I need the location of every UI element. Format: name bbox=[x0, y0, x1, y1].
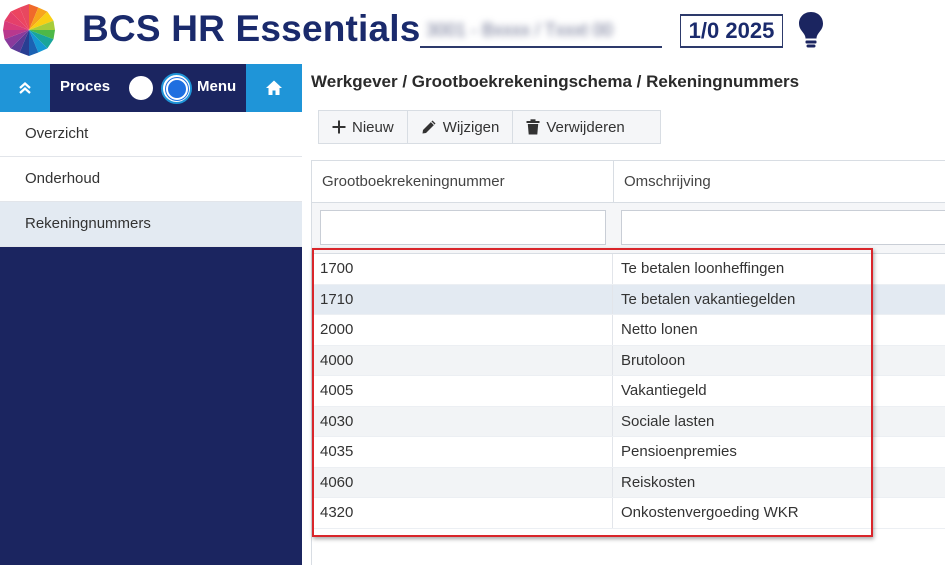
menu-radio-dot bbox=[165, 77, 188, 100]
bcs-logo-icon bbox=[3, 4, 55, 56]
column-header-nummer[interactable]: Grootboekrekeningnummer bbox=[312, 161, 614, 204]
table-row[interactable]: 4320 Onkostenvergoeding WKR bbox=[312, 498, 945, 529]
table-row[interactable]: 2000 Netto lonen bbox=[312, 315, 945, 346]
menu-radio[interactable] bbox=[161, 73, 192, 104]
cell-omschrijving: Netto lonen bbox=[621, 321, 698, 338]
table-row[interactable]: 1700 Te betalen loonheffingen bbox=[312, 254, 945, 285]
cell-nummer: 1710 bbox=[320, 290, 354, 308]
period-selector[interactable]: 1/0 2025 bbox=[680, 14, 783, 48]
cell-omschrijving: Pensioenpremies bbox=[621, 443, 737, 460]
column-divider bbox=[612, 315, 613, 345]
table-row[interactable]: 4060 Reiskosten bbox=[312, 467, 945, 498]
cell-nummer: 1700 bbox=[320, 260, 354, 277]
filter-nummer-input[interactable] bbox=[320, 210, 606, 245]
cell-nummer: 4030 bbox=[320, 412, 354, 430]
plus-icon bbox=[332, 120, 346, 134]
column-divider bbox=[612, 254, 613, 284]
cell-nummer: 4005 bbox=[320, 382, 354, 399]
proces-label: Proces bbox=[60, 78, 111, 95]
column-divider bbox=[612, 437, 613, 467]
edit-button-label: Wijzigen bbox=[442, 118, 500, 136]
new-button[interactable]: Nieuw bbox=[319, 111, 408, 143]
column-divider bbox=[612, 376, 613, 406]
column-divider bbox=[612, 406, 613, 436]
cell-omschrijving: Vakantiegeld bbox=[621, 382, 707, 399]
cell-omschrijving: Reiskosten bbox=[621, 473, 696, 491]
proces-radio[interactable] bbox=[129, 76, 153, 100]
cell-nummer: 2000 bbox=[320, 321, 354, 338]
cell-nummer: 4320 bbox=[320, 504, 354, 521]
double-chevron-up-icon bbox=[19, 82, 31, 94]
app-header: BCS HR Essentials 3001 - Bxxxx / Txxxt 0… bbox=[0, 0, 945, 64]
grid-header: Grootboekrekeningnummer Omschrijving bbox=[312, 160, 945, 204]
cell-omschrijving: Onkostenvergoeding WKR bbox=[621, 504, 799, 521]
grid-body: 1700 Te betalen loonheffingen 1710 Te betal… bbox=[312, 254, 945, 529]
sidebar-item-onderhoud[interactable]: Onderhoud bbox=[0, 157, 302, 202]
accounts-grid: Grootboekrekeningnummer Omschrijving 170… bbox=[311, 160, 945, 565]
column-divider bbox=[612, 498, 613, 528]
collapse-button[interactable] bbox=[0, 64, 50, 112]
sidebar-item-rekeningnummers[interactable]: Rekeningnummers bbox=[0, 202, 302, 247]
table-row[interactable]: 4005 Vakantiegeld bbox=[312, 376, 945, 407]
sidebar-item-overzicht[interactable]: Overzicht bbox=[0, 112, 302, 157]
delete-button[interactable]: Verwijderen bbox=[513, 111, 637, 143]
filter-omschrijving-input[interactable] bbox=[621, 210, 945, 245]
sidebar: Proces Menu Overzicht Onderhoud Rekening… bbox=[0, 64, 302, 565]
company-selector[interactable]: 3001 - Bxxxx / Txxxt 00 bbox=[420, 14, 662, 48]
new-button-label: Nieuw bbox=[352, 118, 394, 136]
delete-button-label: Verwijderen bbox=[546, 118, 625, 136]
filter-row bbox=[312, 203, 945, 254]
column-divider bbox=[612, 467, 613, 497]
cell-nummer: 4000 bbox=[320, 351, 354, 369]
company-selector-value: 3001 - Bxxxx / Txxxt 00 bbox=[426, 19, 613, 40]
menu-label: Menu bbox=[197, 78, 237, 95]
cell-nummer: 4060 bbox=[320, 473, 354, 491]
edit-button[interactable]: Wijzigen bbox=[408, 111, 514, 143]
column-divider bbox=[612, 345, 613, 375]
column-header-omschrijving[interactable]: Omschrijving bbox=[614, 161, 945, 204]
home-icon bbox=[266, 80, 282, 95]
table-row[interactable]: 4035 Pensioenpremies bbox=[312, 437, 945, 468]
breadcrumb: Werkgever / Grootboekrekeningschema / Re… bbox=[311, 72, 800, 91]
cell-omschrijving: Te betalen vakantiegelden bbox=[621, 290, 796, 308]
pencil-icon bbox=[422, 120, 436, 134]
app-title: BCS HR Essentials bbox=[82, 8, 421, 49]
home-button[interactable] bbox=[246, 64, 302, 112]
trash-icon bbox=[526, 119, 540, 135]
mode-toggle-bar: Proces Menu bbox=[0, 64, 302, 112]
lightbulb-icon[interactable] bbox=[797, 10, 825, 50]
cell-omschrijving: Brutoloon bbox=[621, 351, 686, 369]
cell-nummer: 4035 bbox=[320, 443, 354, 460]
toolbar: Nieuw Wijzigen Verwijderen bbox=[318, 110, 661, 144]
table-row[interactable]: 1710 Te betalen vakantiegelden bbox=[312, 284, 945, 315]
cell-omschrijving: Te betalen loonheffingen bbox=[621, 260, 785, 277]
table-row[interactable]: 4000 Brutoloon bbox=[312, 345, 945, 376]
table-row[interactable]: 4030 Sociale lasten bbox=[312, 406, 945, 437]
cell-omschrijving: Sociale lasten bbox=[621, 412, 715, 430]
column-divider bbox=[612, 284, 613, 314]
